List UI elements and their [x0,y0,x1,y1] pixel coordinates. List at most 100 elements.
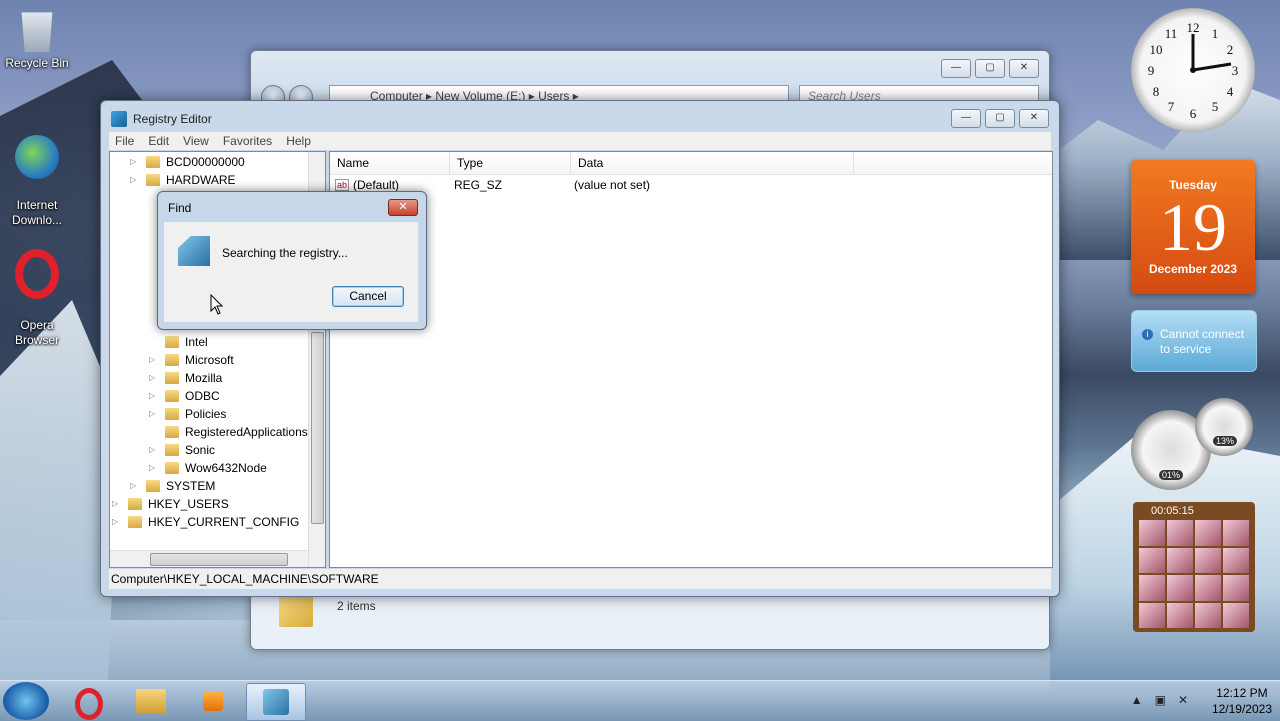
puzzle-tile[interactable] [1139,602,1165,628]
calendar-month-year: December 2023 [1148,262,1238,276]
calendar-day: 19 [1159,189,1227,265]
maximize-button[interactable]: ▢ [975,59,1005,78]
expand-arrow-icon[interactable]: ▷ [112,495,122,513]
find-dialog[interactable]: Find ✕ Searching the registry... Cancel [157,191,427,330]
clock-date: 12/19/2023 [1211,702,1272,716]
puzzle-tile[interactable] [1167,602,1193,628]
tree-item[interactable]: ▷ SYSTEM [130,477,215,495]
tree-item[interactable]: ▷ Mozilla [149,369,222,387]
show-hidden-icons-icon[interactable]: ▲ [1131,693,1143,707]
desktop-icon-opera-browser[interactable]: Opera Browser [0,234,74,363]
memory-meter-gadget[interactable]: 13% [1195,398,1253,456]
menu-file[interactable]: File [115,132,134,150]
puzzle-grid[interactable] [1139,520,1249,628]
desktop-icon-recycle-bin[interactable]: Recycle Bin [0,8,74,71]
column-header-name[interactable]: Name [330,152,450,174]
close-button[interactable]: ✕ [388,199,418,216]
tree-item[interactable]: ▷ Policies [149,405,226,423]
expand-arrow-icon[interactable]: ▷ [149,369,159,387]
picture-puzzle-gadget[interactable]: 00:05:15 [1133,502,1255,632]
registry-editor-icon [263,689,289,715]
maximize-button[interactable]: ▢ [985,109,1015,128]
volume-muted-icon[interactable]: ✕ [1178,693,1188,707]
desktop-icon-label: Internet Downlo... [11,198,63,227]
folder-icon [146,156,160,168]
svg-text:7: 7 [1168,99,1175,114]
list-item[interactable]: ab (Default) REG_SZ (value not set) [330,175,1052,195]
puzzle-tile[interactable] [1195,547,1221,573]
svg-text:2: 2 [1227,42,1234,57]
tree-item[interactable]: RegisteredApplications [149,423,308,441]
puzzle-tile[interactable] [1223,602,1249,628]
svg-text:9: 9 [1148,63,1155,78]
menu-view[interactable]: View [183,132,209,150]
folder-icon [146,174,160,186]
puzzle-tile[interactable] [1223,520,1249,546]
start-button[interactable] [3,682,49,720]
puzzle-tile[interactable] [1167,547,1193,573]
tree-item[interactable]: ▷ BCD00000000 [130,153,245,171]
menu-favorites[interactable]: Favorites [223,132,272,150]
tree-item[interactable]: ▷ HARDWARE [130,171,236,189]
puzzle-tile[interactable] [1167,520,1193,546]
svg-text:5: 5 [1212,99,1219,114]
tree-item[interactable]: ▷ HKEY_USERS [112,495,229,513]
taskbar-explorer-button[interactable] [122,683,180,719]
close-button[interactable]: ✕ [1019,109,1049,128]
scroll-thumb[interactable] [311,332,324,524]
value-type: REG_SZ [454,178,503,192]
puzzle-tile[interactable] [1139,575,1165,601]
puzzle-tile[interactable] [1195,520,1221,546]
expand-arrow-icon[interactable]: ▷ [149,459,159,477]
expand-arrow-icon[interactable]: ▷ [149,405,159,423]
puzzle-tile[interactable] [1223,575,1249,601]
tree-item-label: SYSTEM [166,479,216,493]
expand-arrow-icon[interactable]: ▷ [149,387,159,405]
registry-search-icon [178,236,210,266]
registry-editor-window[interactable]: Registry Editor — ▢ ✕ File Edit View Fav… [100,100,1060,597]
weather-gadget[interactable]: i Cannot connect to service [1131,310,1257,372]
menu-edit[interactable]: Edit [148,132,169,150]
tree-item[interactable]: ▷ Wow6432Node [149,459,267,477]
minimize-button[interactable]: — [951,109,981,128]
puzzle-tile[interactable] [1195,575,1221,601]
values-list[interactable]: Name Type Data ab (Default) REG_SZ (valu… [329,151,1053,568]
system-clock[interactable]: 12:12 PM 12/19/2023 [1212,685,1272,717]
tree-item[interactable]: ▷ ODBC [149,387,220,405]
minimize-button[interactable]: — [941,59,971,78]
tree-item[interactable]: ▷ Sonic [149,441,215,459]
expand-arrow-icon[interactable]: ▷ [130,477,140,495]
expand-arrow-icon[interactable]: ▷ [112,513,122,531]
svg-text:8: 8 [1153,84,1160,99]
tree-item[interactable]: Intel [149,333,208,351]
taskbar-regedit-button[interactable] [246,683,306,721]
puzzle-tile[interactable] [1167,575,1193,601]
desktop-icon-label: Opera Browser [14,318,59,347]
expand-arrow-icon[interactable]: ▷ [149,441,159,459]
taskbar-opera-button[interactable] [60,683,118,720]
taskbar-media-player-button[interactable] [184,683,242,719]
expand-arrow-icon[interactable]: ▷ [149,351,159,369]
tree-horizontal-scrollbar[interactable] [110,550,308,567]
column-header-type[interactable]: Type [450,152,571,174]
calendar-gadget[interactable]: Tuesday 19 December 2023 [1131,160,1255,294]
folder-icon [165,372,179,384]
puzzle-tile[interactable] [1223,547,1249,573]
expand-arrow-icon[interactable]: ▷ [130,171,140,189]
weather-message: Cannot connect to service [1160,327,1245,356]
expand-arrow-icon[interactable]: ▷ [130,153,140,171]
puzzle-tile[interactable] [1195,602,1221,628]
menu-help[interactable]: Help [286,132,311,150]
scroll-thumb[interactable] [150,553,288,566]
network-icon[interactable]: ▣ [1155,693,1166,707]
tree-item[interactable]: ▷ HKEY_CURRENT_CONFIG [112,513,299,531]
column-header-data[interactable]: Data [571,152,854,174]
puzzle-tile[interactable] [1139,520,1165,546]
tree-item-label: BCD00000000 [166,155,245,169]
desktop-icon-internet-download-manager[interactable]: Internet Downlo... [0,120,74,243]
tree-item[interactable]: ▷ Microsoft [149,351,234,369]
clock-gadget[interactable]: 12 1 2 345 678 9 10 11 [1131,8,1255,132]
cancel-button[interactable]: Cancel [332,286,404,307]
puzzle-tile[interactable] [1139,547,1165,573]
close-button[interactable]: ✕ [1009,59,1039,78]
